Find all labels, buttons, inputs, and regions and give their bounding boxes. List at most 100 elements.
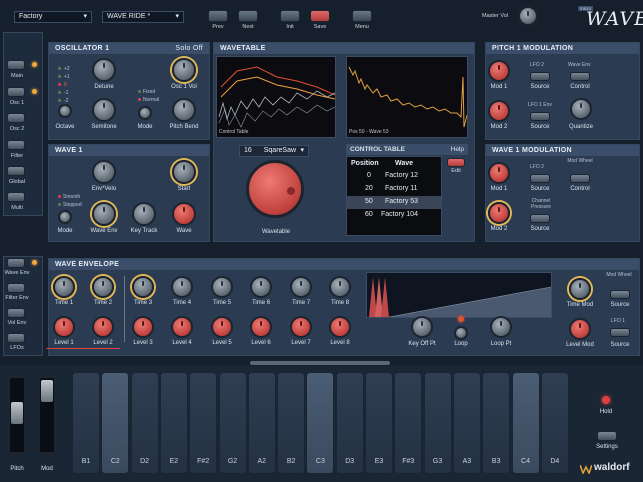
- knob-pointer: [63, 281, 65, 286]
- wave-mod2-knob[interactable]: [488, 202, 510, 224]
- piano-key[interactable]: A3: [452, 372, 481, 474]
- table-row-selected[interactable]: 50 Factory 53: [347, 196, 441, 209]
- pitch-source2-button[interactable]: [530, 112, 550, 121]
- key-label: B2: [286, 458, 296, 465]
- level-knob[interactable]: [250, 316, 272, 338]
- sidebar-item-global[interactable]: [7, 166, 25, 176]
- pitch-control-button[interactable]: [570, 72, 590, 81]
- knob-pointer: [527, 11, 529, 16]
- init-button[interactable]: [280, 10, 300, 22]
- pitch-mod2-knob[interactable]: [488, 100, 510, 122]
- sidebar-item-vol-env[interactable]: [7, 308, 25, 318]
- piano-key[interactable]: C3: [306, 372, 335, 474]
- scroll-indicator[interactable]: [250, 361, 390, 365]
- wheel-handle[interactable]: [41, 380, 53, 402]
- piano-key[interactable]: E3: [365, 372, 393, 474]
- time-knob[interactable]: [250, 276, 272, 298]
- wave-control-button[interactable]: [570, 174, 590, 183]
- level-knob[interactable]: [290, 316, 312, 338]
- key-off-pt-knob[interactable]: [411, 316, 433, 338]
- sidebar-item-main[interactable]: [7, 60, 25, 70]
- time-knob[interactable]: [290, 276, 312, 298]
- piano-key[interactable]: C4: [511, 372, 540, 474]
- time-knob[interactable]: [329, 276, 351, 298]
- wheel-handle[interactable]: [11, 402, 23, 424]
- piano-key[interactable]: B3: [482, 372, 511, 474]
- wave-mod1-knob[interactable]: [488, 162, 510, 184]
- level-knob[interactable]: [132, 316, 154, 338]
- piano-key[interactable]: C2: [101, 372, 130, 474]
- mod-wheel[interactable]: [40, 378, 54, 452]
- pitch-bend-knob[interactable]: [172, 98, 196, 122]
- pitch-source1-button[interactable]: [530, 72, 550, 81]
- time-knob[interactable]: [171, 276, 193, 298]
- start-knob[interactable]: [172, 160, 196, 184]
- wave-env-knob[interactable]: [92, 202, 116, 226]
- preset-name-select[interactable]: WAVE RIDE * ▾: [102, 11, 184, 23]
- level-knob[interactable]: [92, 316, 114, 338]
- master-vol-knob[interactable]: [518, 6, 538, 26]
- piano-key[interactable]: F#2: [189, 372, 218, 474]
- wave-mode-knob[interactable]: [58, 210, 72, 224]
- time-source-button[interactable]: [610, 290, 630, 299]
- piano-key[interactable]: D3: [335, 372, 364, 474]
- next-button[interactable]: [238, 10, 258, 22]
- wavetable-knob[interactable]: [246, 160, 304, 218]
- sidebar-item-wave-env[interactable]: [7, 258, 25, 268]
- sidebar-item-multi[interactable]: [7, 192, 25, 202]
- time-knob[interactable]: [132, 276, 154, 298]
- piano-key[interactable]: B1: [72, 372, 100, 474]
- env-velo-knob[interactable]: [92, 160, 116, 184]
- settings-button[interactable]: [597, 431, 617, 441]
- save-button[interactable]: [310, 10, 330, 22]
- level-source-button[interactable]: [610, 328, 630, 337]
- preset-bank-select[interactable]: Factory ▾: [14, 11, 92, 23]
- time-mod-knob[interactable]: [569, 278, 591, 300]
- wave-knob[interactable]: [172, 202, 196, 226]
- sidebar-item-osc2[interactable]: [7, 113, 25, 123]
- level-knob[interactable]: [211, 316, 233, 338]
- osc1-vol-knob[interactable]: [172, 58, 196, 82]
- quantize-knob[interactable]: [570, 98, 592, 120]
- edit-button[interactable]: [447, 158, 465, 167]
- wave-source2-button[interactable]: [530, 214, 550, 223]
- table-row[interactable]: 0 Factory 12: [347, 170, 441, 183]
- sidebar-item-osc1[interactable]: [7, 87, 25, 97]
- detune-knob[interactable]: [92, 58, 116, 82]
- osc-mode-knob[interactable]: [138, 106, 152, 120]
- sidebar-item-filter-env[interactable]: [7, 283, 25, 293]
- semitone-knob[interactable]: [92, 98, 116, 122]
- loop-pt-knob[interactable]: [490, 316, 512, 338]
- table-row[interactable]: 60 Factory 104: [347, 209, 441, 222]
- piano-key[interactable]: F#3: [394, 372, 423, 474]
- piano-key[interactable]: G2: [218, 372, 247, 474]
- pitch-mod1-knob[interactable]: [488, 60, 510, 82]
- level-knob[interactable]: [329, 316, 351, 338]
- pitch-wheel[interactable]: [10, 378, 24, 452]
- menu-button[interactable]: [352, 10, 372, 22]
- help-link[interactable]: Help: [451, 144, 464, 155]
- piano-key[interactable]: D2: [130, 372, 159, 474]
- piano-key[interactable]: D4: [540, 372, 569, 474]
- octave-knob[interactable]: [58, 104, 72, 118]
- prev-button[interactable]: [208, 10, 228, 22]
- level-knob[interactable]: [53, 316, 75, 338]
- piano-key[interactable]: G3: [423, 372, 452, 474]
- wave-source1-button[interactable]: [530, 174, 550, 183]
- loop-knob[interactable]: [454, 326, 468, 340]
- time-knob[interactable]: [53, 276, 75, 298]
- time-knob[interactable]: [211, 276, 233, 298]
- wavetable-select[interactable]: 16 SqareSaw ▾: [239, 145, 309, 157]
- piano-key[interactable]: B2: [277, 372, 306, 474]
- piano-key[interactable]: E2: [159, 372, 188, 474]
- level-knob[interactable]: [171, 316, 193, 338]
- level-mod-knob[interactable]: [569, 318, 591, 340]
- solo-toggle[interactable]: Solo Off: [175, 43, 203, 54]
- piano-key[interactable]: A2: [247, 372, 276, 474]
- sidebar-label-multi: Multi: [11, 205, 23, 211]
- table-row[interactable]: 20 Factory 11: [347, 183, 441, 196]
- key-track-knob[interactable]: [132, 202, 156, 226]
- time-knob[interactable]: [92, 276, 114, 298]
- sidebar-item-lfos[interactable]: [7, 333, 25, 343]
- sidebar-item-filter[interactable]: [7, 140, 25, 150]
